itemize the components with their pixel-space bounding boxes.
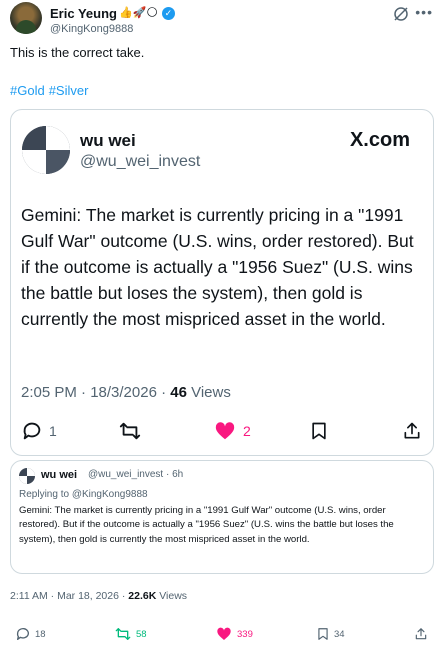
author-emojis: 👍🚀🌕	[118, 7, 158, 19]
share-button[interactable]	[414, 624, 428, 644]
card-reply-count: 1	[49, 423, 57, 439]
quote-author-name: wu wei	[41, 469, 78, 481]
card-like-count: 2	[243, 423, 251, 439]
repost-icon	[119, 422, 141, 440]
card-share	[402, 416, 422, 446]
hashtag-link[interactable]: #Silver	[49, 83, 89, 98]
card-bookmark	[309, 416, 329, 446]
heart-icon	[217, 627, 231, 640]
views-count: 22.6K	[128, 590, 157, 602]
reply-icon	[16, 628, 29, 640]
quote-avatar	[19, 468, 35, 484]
quote-body-text: Gemini: The market is currently pricing …	[19, 505, 394, 545]
card-action-bar: 1 2	[11, 416, 433, 446]
bookmark-icon	[312, 422, 326, 440]
card-author-handle: @wu_wei_invest	[80, 153, 201, 170]
quoted-tweet[interactable]: wu wei @wu_wei_invest · 6h Replying to @…	[10, 460, 434, 574]
replying-to-handle[interactable]: @KingKong9888	[72, 489, 148, 500]
tweet-header: Eric Yeung 👍🚀🌕 ✓ @KingKong9888 •••	[10, 2, 433, 38]
repost-icon	[115, 628, 131, 640]
card-like: 2	[213, 416, 251, 446]
grok-icon[interactable]	[393, 6, 409, 22]
repost-count: 58	[136, 628, 147, 640]
embedded-tweet-card[interactable]: wu wei @wu_wei_invest X.com Gemini: The …	[10, 109, 434, 456]
card-repost	[118, 416, 142, 446]
hashtags: #Gold #Silver	[10, 83, 92, 98]
quote-author-handle: @wu_wei_invest · 6h	[88, 469, 184, 480]
card-body-text: Gemini: The market is currently pricing …	[21, 205, 414, 329]
like-button[interactable]: 339	[215, 624, 253, 644]
reply-icon	[23, 422, 41, 440]
card-author-name: wu wei	[80, 131, 136, 150]
hashtag-link[interactable]: #Gold	[10, 83, 45, 98]
author-handle[interactable]: @KingKong9888	[50, 23, 133, 35]
tweet-action-bar: 18 58 339 34	[0, 624, 443, 644]
card-reply: 1	[21, 416, 57, 446]
x-logo: X.com	[349, 129, 410, 151]
share-icon	[404, 422, 420, 439]
author-name[interactable]: Eric Yeung	[50, 6, 117, 21]
card-avatar	[22, 126, 70, 174]
repost-button[interactable]: 58	[114, 624, 147, 644]
bookmark-count: 34	[334, 628, 345, 640]
author-name-row[interactable]: Eric Yeung 👍🚀🌕 ✓	[50, 6, 175, 21]
tweet-timestamp[interactable]: 2:11 AM · Mar 18, 2026 · 22.6K Views	[10, 590, 187, 602]
card-views-count: 46	[170, 384, 187, 401]
bookmark-button[interactable]: 34	[316, 624, 345, 644]
verified-icon: ✓	[161, 7, 175, 20]
reply-count: 18	[35, 628, 46, 640]
bookmark-icon	[318, 628, 328, 640]
heart-icon	[215, 422, 235, 440]
tweet-text: This is the correct take.	[10, 45, 145, 60]
like-count: 339	[237, 628, 253, 640]
reply-button[interactable]: 18	[15, 624, 46, 644]
replying-to: Replying to @KingKong9888	[19, 489, 148, 500]
more-icon[interactable]: •••	[415, 4, 433, 20]
share-icon	[415, 628, 427, 640]
card-timestamp: 2:05 PM · 18/3/2026 · 46 Views	[21, 384, 231, 401]
author-avatar[interactable]	[10, 2, 42, 34]
